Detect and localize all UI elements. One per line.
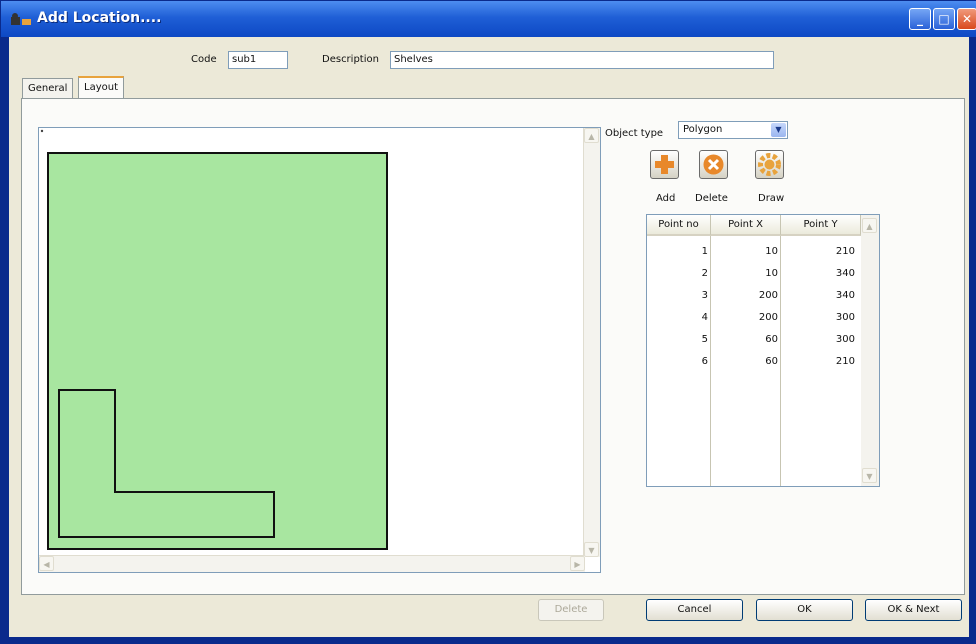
cell-point-x: 200 <box>758 290 778 301</box>
cell-point-x: 60 <box>765 356 778 367</box>
column-header-point-no[interactable]: Point no <box>647 215 711 236</box>
cell-point-y: 300 <box>835 312 855 323</box>
cell-point-x: 200 <box>758 312 778 323</box>
object-type-value: Polygon <box>683 124 723 135</box>
cell-point-y: 210 <box>835 356 855 367</box>
scroll-right-icon[interactable]: ▶ <box>570 556 585 571</box>
ok-button[interactable]: OK <box>756 599 853 621</box>
scroll-down-icon[interactable]: ▼ <box>862 468 877 483</box>
column-header-point-x[interactable]: Point X <box>711 215 781 236</box>
plus-icon <box>655 155 674 174</box>
add-point-button[interactable] <box>650 150 679 179</box>
minimize-icon: _ <box>917 12 923 26</box>
scroll-left-icon[interactable]: ◀ <box>39 556 54 571</box>
object-type-select[interactable]: Polygon ▼ <box>678 121 788 139</box>
x-icon <box>703 154 724 175</box>
column-header-point-y[interactable]: Point Y <box>781 215 861 236</box>
canvas-horizontal-scrollbar[interactable]: ◀ ▶ <box>39 555 585 572</box>
window-title: Add Location.... <box>37 10 162 26</box>
draw-label: Draw <box>758 193 785 204</box>
code-label: Code <box>191 54 217 65</box>
title-bar[interactable]: Add Location.... _ □ ✕ <box>1 1 976 37</box>
cell-point-no: 3 <box>701 290 708 301</box>
app-icon <box>11 13 31 25</box>
points-table[interactable]: Point no Point X Point Y ▲ ▼ 1 10 210 2 … <box>646 214 880 487</box>
scroll-up-icon[interactable]: ▲ <box>584 128 599 143</box>
draw-button[interactable] <box>755 150 784 179</box>
delete-button[interactable]: Delete <box>538 599 604 621</box>
location-outline <box>47 152 388 550</box>
description-field[interactable]: Shelves <box>390 51 774 69</box>
delete-label: Delete <box>695 193 728 204</box>
cell-point-y: 340 <box>835 268 855 279</box>
cancel-button[interactable]: Cancel <box>646 599 743 621</box>
gear-icon <box>758 153 781 176</box>
add-label: Add <box>656 193 676 204</box>
minimize-button[interactable]: _ <box>909 8 931 30</box>
layout-canvas[interactable]: ▲ ▼ ◀ ▶ <box>38 127 601 573</box>
scroll-up-icon[interactable]: ▲ <box>862 218 877 233</box>
scroll-down-icon[interactable]: ▼ <box>584 542 599 557</box>
dialog-body: Code sub1 Description Shelves General La… <box>9 37 969 637</box>
cell-point-x: 10 <box>765 268 778 279</box>
cell-point-no: 1 <box>701 246 708 257</box>
close-icon: ✕ <box>961 12 973 26</box>
delete-point-button[interactable] <box>699 150 728 179</box>
cell-point-no: 2 <box>701 268 708 279</box>
cell-point-x: 10 <box>765 246 778 257</box>
close-button[interactable]: ✕ <box>957 8 976 30</box>
code-field[interactable]: sub1 <box>228 51 288 69</box>
cell-point-no: 4 <box>701 312 708 323</box>
description-label: Description <box>322 54 379 65</box>
add-location-window: Add Location.... _ □ ✕ Code sub1 Descrip… <box>0 0 976 644</box>
cell-point-y: 340 <box>835 290 855 301</box>
object-type-label: Object type <box>605 128 664 139</box>
cell-point-x: 60 <box>765 334 778 345</box>
cell-point-no: 6 <box>701 356 708 367</box>
tab-layout[interactable]: Layout <box>78 76 124 98</box>
maximize-button[interactable]: □ <box>933 8 955 30</box>
cell-point-y: 210 <box>835 246 855 257</box>
ok-next-button[interactable]: OK & Next <box>865 599 962 621</box>
table-vertical-scrollbar[interactable]: ▲ ▼ <box>861 215 879 486</box>
maximize-icon: □ <box>938 12 950 26</box>
cell-point-y: 300 <box>835 334 855 345</box>
chevron-down-icon[interactable]: ▼ <box>771 123 786 137</box>
cell-point-no: 5 <box>701 334 708 345</box>
tab-general[interactable]: General <box>22 78 74 98</box>
origin-marker <box>40 129 44 133</box>
layout-drawing <box>40 129 388 550</box>
canvas-vertical-scrollbar[interactable]: ▲ ▼ <box>583 128 600 557</box>
